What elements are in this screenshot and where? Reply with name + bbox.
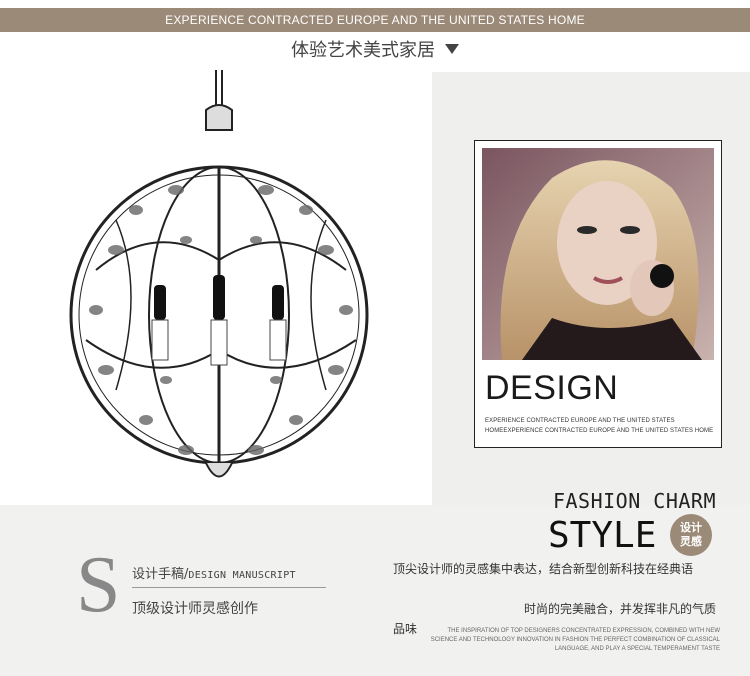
description-cn-tail: 品味 xyxy=(393,622,418,636)
manuscript-label-cn: 设计手稿/ xyxy=(132,567,189,582)
description-cn-line2: 时尚的完美融合，并发挥非凡的气质 xyxy=(523,602,716,616)
manuscript-subtitle: 顶级设计师灵感创作 xyxy=(132,601,258,617)
chandelier-image xyxy=(69,70,369,478)
top-banner: EXPERIENCE CONTRACTED EUROPE AND THE UNI… xyxy=(0,8,750,32)
model-portrait-image xyxy=(482,148,714,360)
description-cn-line1: 顶尖设计师的灵感集中表达，结合新型创新科技在经典语 xyxy=(393,562,694,576)
badge-line-2: 灵感 xyxy=(680,535,702,548)
manuscript-label: 设计手稿/DESIGN MANUSCRIPT xyxy=(132,563,296,582)
section-subtitle: 体验艺术美式家居 xyxy=(0,36,750,62)
decorative-s-letter: S xyxy=(76,541,121,629)
fashion-charm-heading: FASHION CHARM xyxy=(552,489,716,513)
design-title: DESIGN xyxy=(485,369,619,407)
triangle-down-icon xyxy=(445,44,459,54)
manuscript-label-en: DESIGN MANUSCRIPT xyxy=(188,570,296,581)
divider-line xyxy=(132,587,326,588)
design-description: EXPERIENCE CONTRACTED EUROPE AND THE UNI… xyxy=(485,418,714,434)
subtitle-text: 体验艺术美式家居 xyxy=(291,40,435,61)
design-inspiration-badge: 设计 灵感 xyxy=(670,514,712,556)
design-card: DESIGN EXPERIENCE CONTRACTED EUROPE AND … xyxy=(474,140,722,448)
badge-line-1: 设计 xyxy=(680,521,702,534)
description-en: THE INSPIRATION OF TOP DESIGNERS CONCENT… xyxy=(430,628,720,652)
style-heading: STYLE xyxy=(548,515,657,556)
